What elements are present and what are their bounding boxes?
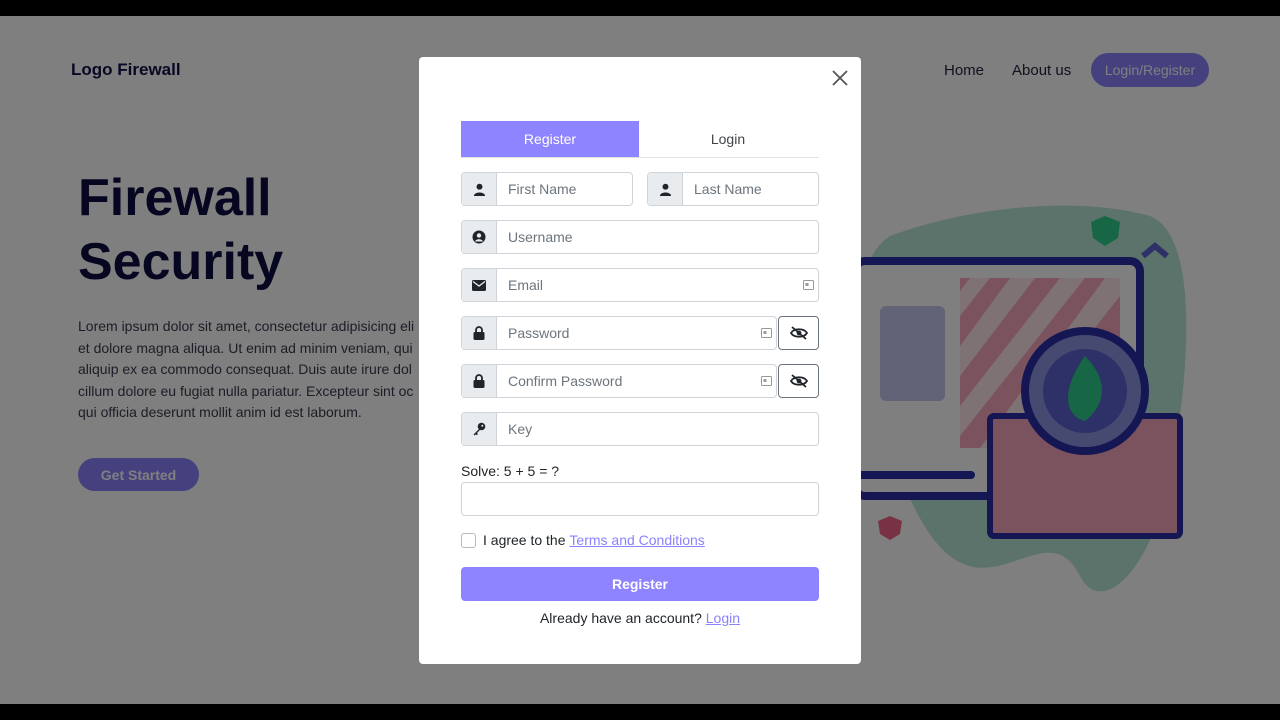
id-card-icon bbox=[756, 365, 776, 397]
register-modal: Register Login First Name Last Name User… bbox=[419, 57, 861, 664]
auth-tabs: Register Login bbox=[461, 121, 819, 158]
password-field bbox=[461, 316, 777, 350]
envelope-icon bbox=[462, 269, 497, 301]
tab-login[interactable]: Login bbox=[639, 121, 817, 157]
login-link[interactable]: Login bbox=[706, 610, 740, 626]
id-card-icon bbox=[756, 317, 776, 349]
id-card-icon bbox=[798, 269, 818, 301]
key-input[interactable] bbox=[497, 413, 818, 445]
key-icon bbox=[462, 413, 497, 445]
eye-slash-icon bbox=[789, 326, 808, 340]
first-name-field bbox=[461, 172, 633, 206]
confirm-password-input[interactable] bbox=[497, 365, 756, 397]
username-field bbox=[461, 220, 819, 254]
already-text: Already have an account? bbox=[539, 610, 706, 626]
email-input[interactable] bbox=[497, 269, 798, 301]
key-field bbox=[461, 412, 819, 446]
eye-slash-icon bbox=[789, 374, 808, 388]
agree-prefix: I agree to the bbox=[483, 532, 570, 548]
tab-register[interactable]: Register bbox=[461, 121, 639, 157]
terms-checkbox[interactable] bbox=[461, 532, 476, 548]
captcha-label: Solve: 5 + 5 = ? bbox=[461, 463, 560, 479]
register-submit-button[interactable]: Register bbox=[461, 567, 819, 601]
email-field bbox=[461, 268, 819, 302]
toggle-password-visibility-button[interactable] bbox=[778, 316, 819, 350]
close-icon[interactable] bbox=[831, 69, 849, 87]
toggle-confirm-password-visibility-button[interactable] bbox=[778, 364, 819, 398]
last-name-field bbox=[647, 172, 819, 206]
already-have-account: Already have an account? Login bbox=[419, 610, 861, 626]
username-input[interactable] bbox=[497, 221, 818, 253]
captcha-input[interactable] bbox=[461, 482, 819, 516]
user-icon bbox=[648, 173, 683, 205]
last-name-input[interactable] bbox=[683, 173, 818, 205]
first-name-input[interactable] bbox=[497, 173, 632, 205]
user-icon bbox=[462, 173, 497, 205]
lock-icon bbox=[462, 365, 497, 397]
terms-agreement: I agree to the Terms and Conditions bbox=[461, 532, 705, 548]
terms-link[interactable]: Terms and Conditions bbox=[569, 532, 704, 548]
user-circle-icon bbox=[462, 221, 497, 253]
password-input[interactable] bbox=[497, 317, 756, 349]
app-frame: Logo Firewall Home About us Login/Regist… bbox=[0, 16, 1280, 704]
lock-icon bbox=[462, 317, 497, 349]
confirm-password-field bbox=[461, 364, 777, 398]
